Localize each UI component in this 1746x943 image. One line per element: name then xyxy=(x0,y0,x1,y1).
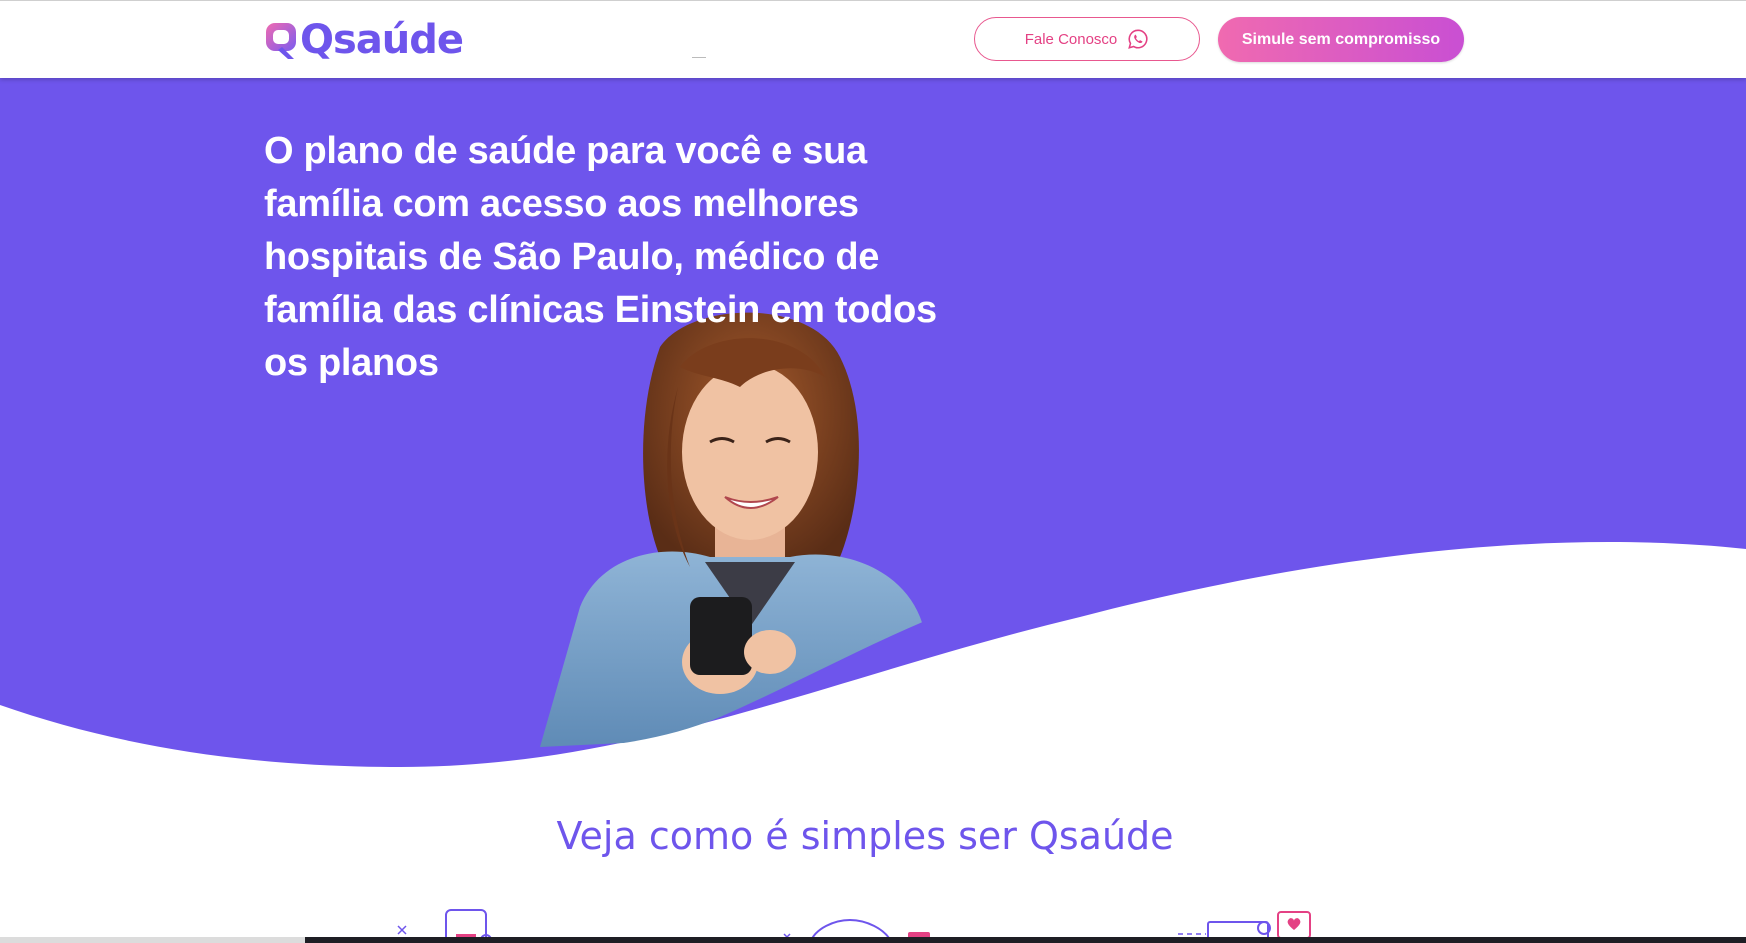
contact-button[interactable]: Fale Conosco xyxy=(974,17,1200,61)
site-header: Qsaúde Fale Conosco Simule sem compromis… xyxy=(0,0,1746,78)
logo-text: Qsaúde xyxy=(300,17,464,63)
taskbar xyxy=(305,937,1746,943)
logo-q-icon xyxy=(266,23,296,59)
simulate-button[interactable]: Simule sem compromisso xyxy=(1218,17,1464,62)
whatsapp-icon xyxy=(1128,29,1148,49)
hero-section: O plano de saúde para você e sua família… xyxy=(0,77,1746,797)
contact-button-label: Fale Conosco xyxy=(1024,30,1118,48)
hero-title: O plano de saúde para você e sua família… xyxy=(264,130,937,384)
landing-page: Qsaúde Fale Conosco Simule sem compromis… xyxy=(0,0,1746,943)
taskbar-left xyxy=(0,937,305,943)
logo[interactable]: Qsaúde xyxy=(264,15,464,65)
header-divider xyxy=(692,57,706,58)
